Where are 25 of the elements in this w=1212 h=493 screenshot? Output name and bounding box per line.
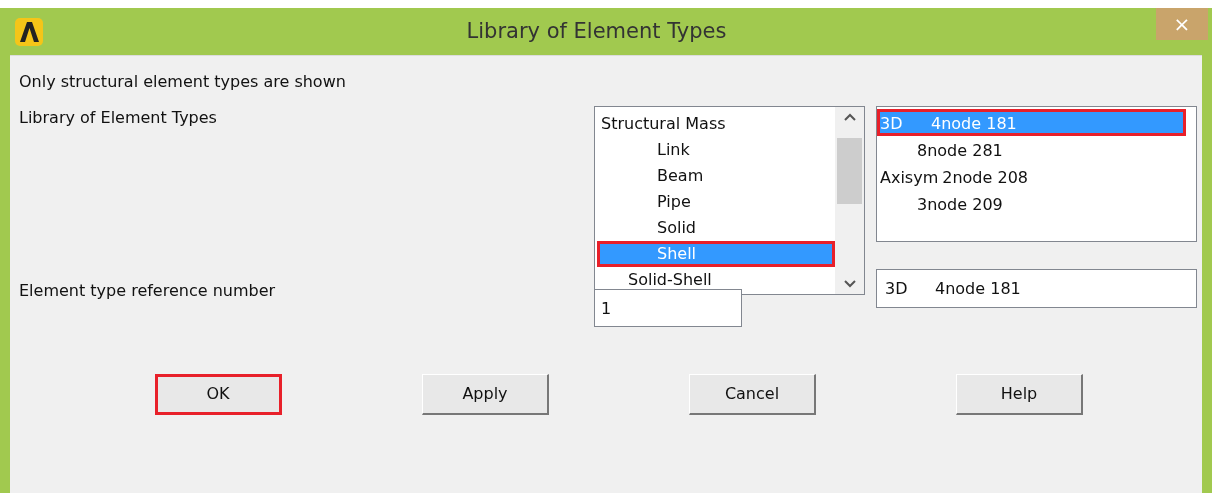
scroll-up-icon[interactable] [843, 113, 856, 121]
element-type-list[interactable]: 3D 4node 181 8node 281 Axisym 2node 208 3node 209 [876, 106, 1197, 242]
info-text: Only structural element types are shown [19, 71, 347, 93]
window-title: Library of Element Types [465, 17, 728, 45]
list-item[interactable]: 8node 281 [877, 136, 1186, 163]
selected-type-field[interactable]: 3D 4node 181 [876, 269, 1197, 308]
dialog-button[interactable]: Cancel [689, 374, 816, 415]
list-item[interactable]: Structural Mass [597, 111, 835, 137]
reference-number-field[interactable]: 1 [594, 289, 742, 327]
list-item[interactable]: 3node 209 [877, 190, 1186, 217]
dialog-button[interactable]: OK [155, 374, 282, 415]
list-item[interactable]: Beam [597, 163, 835, 189]
app-logo-icon [15, 17, 43, 46]
library-label: Library of Element Types [19, 107, 218, 129]
scrollbar[interactable] [835, 107, 864, 294]
scroll-down-icon[interactable] [843, 280, 856, 288]
list-item[interactable]: Pipe [597, 189, 835, 215]
category-list[interactable]: Structural Mass Link Beam Pipe Solid Shell Solid-Shell [594, 106, 865, 295]
list-item[interactable]: Link [597, 137, 835, 163]
list-item[interactable]: Solid [597, 215, 835, 241]
scroll-thumb[interactable] [837, 138, 862, 204]
dialog-button[interactable]: Help [956, 374, 1083, 415]
dialog-button[interactable]: Apply [422, 374, 549, 415]
reference-label: Element type reference number [19, 280, 277, 302]
list-item[interactable]: Axisym 2node 208 [877, 163, 1186, 190]
